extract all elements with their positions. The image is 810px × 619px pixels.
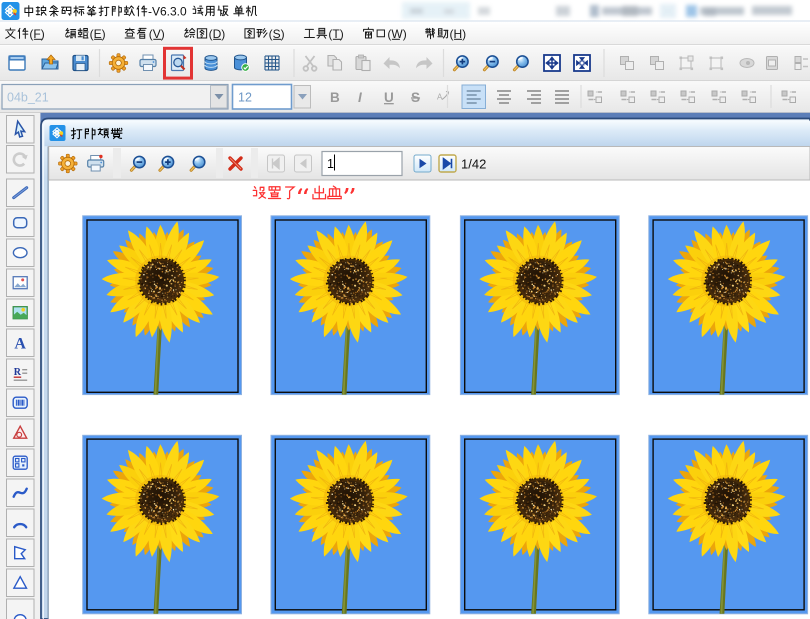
svg-text:(V): (V) — [149, 27, 165, 41]
svg-text:A: A — [14, 336, 26, 353]
svg-text:(F): (F) — [29, 27, 44, 41]
svg-text:(H): (H) — [450, 27, 467, 41]
svg-text:(D): (D) — [209, 27, 226, 41]
svg-text:U: U — [384, 90, 394, 105]
svg-text:12: 12 — [238, 91, 252, 105]
svg-text:S: S — [411, 90, 420, 105]
svg-text:(E): (E) — [90, 27, 106, 41]
svg-text:B: B — [330, 90, 340, 105]
svg-text:(T): (T) — [328, 27, 343, 41]
svg-text:I: I — [358, 90, 362, 105]
svg-text:A: A — [437, 93, 443, 102]
svg-text:1: 1 — [327, 157, 334, 171]
svg-text:(W): (W) — [387, 27, 406, 41]
svg-text:04b_21: 04b_21 — [7, 91, 49, 105]
svg-text:1/42: 1/42 — [461, 157, 486, 172]
svg-text:(S): (S) — [269, 27, 285, 41]
svg-text:-V6.3.0: -V6.3.0 — [148, 4, 187, 18]
